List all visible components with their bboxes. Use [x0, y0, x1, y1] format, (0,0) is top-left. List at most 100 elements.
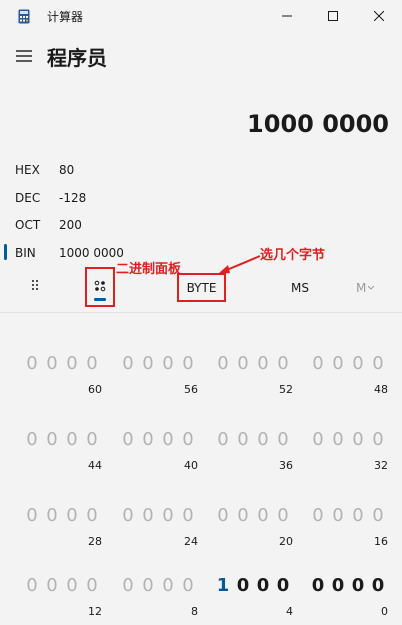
radix-row-oct[interactable]: OCT 200: [0, 212, 402, 238]
bit-toggle[interactable]: 0: [368, 353, 388, 374]
bit-toggle[interactable]: 0: [82, 353, 102, 374]
bit-toggle[interactable]: 0: [308, 505, 328, 526]
bit-group: 0000: [118, 429, 198, 450]
memory-store-button[interactable]: MS: [287, 274, 313, 302]
bit-toggle[interactable]: 0: [273, 575, 293, 596]
bit-toggle[interactable]: 0: [328, 429, 348, 450]
bit-toggle[interactable]: 0: [233, 505, 253, 526]
memory-recall-button[interactable]: M: [356, 274, 380, 302]
bit-toggle[interactable]: 0: [273, 505, 293, 526]
active-radix-indicator: [4, 244, 7, 260]
bit-position-label: 60: [88, 383, 102, 396]
bit-toggle[interactable]: 0: [328, 505, 348, 526]
bit-toggle[interactable]: 0: [253, 575, 273, 596]
bit-toggle[interactable]: 0: [233, 575, 253, 596]
bit-toggle[interactable]: 0: [138, 429, 158, 450]
bit-toggle[interactable]: 0: [178, 429, 198, 450]
close-button[interactable]: [356, 0, 402, 32]
bit-toggle[interactable]: 0: [348, 429, 368, 450]
bit-toggle[interactable]: 0: [213, 429, 233, 450]
bit-toggle[interactable]: 0: [233, 353, 253, 374]
bit-toggle[interactable]: 0: [308, 575, 328, 596]
bit-toggle[interactable]: 0: [62, 505, 82, 526]
bit-toggle[interactable]: 0: [253, 429, 273, 450]
bit-toggle[interactable]: 0: [273, 429, 293, 450]
bit-group: 0000: [308, 429, 388, 450]
bit-position-label: 0: [381, 605, 388, 618]
byte-annotation: 选几个字节: [260, 248, 326, 263]
bit-toggle[interactable]: 0: [82, 575, 102, 596]
radix-label: HEX: [15, 163, 40, 177]
bit-position-label: 28: [88, 535, 102, 548]
bit-toggle[interactable]: 0: [118, 505, 138, 526]
bit-group: 0000: [308, 353, 388, 374]
bit-toggle[interactable]: 0: [273, 353, 293, 374]
bit-toggle[interactable]: 0: [348, 353, 368, 374]
bit-toggle[interactable]: 0: [368, 505, 388, 526]
bit-toggle[interactable]: 0: [42, 505, 62, 526]
bit-row: 0 0 0 0 60 0 0 0 0 56 0 0 0 0 52 0 0 0 0 48: [0, 341, 402, 419]
radix-value: -128: [59, 191, 87, 205]
radix-row-dec[interactable]: DEC -128: [0, 185, 402, 211]
bit-toggle[interactable]: 0: [42, 429, 62, 450]
bit-nibble: 0 0 0 0 44: [22, 417, 102, 495]
bit-toggle[interactable]: 0: [138, 353, 158, 374]
bit-toggle[interactable]: 0: [308, 429, 328, 450]
bit-position-label: 8: [191, 605, 198, 618]
bit-toggle[interactable]: 0: [42, 353, 62, 374]
bitpad-highlight-box: [85, 267, 115, 307]
bit-toggle[interactable]: 0: [158, 505, 178, 526]
bit-nibble: 0 0 0 0 56: [118, 341, 198, 419]
bit-toggle[interactable]: 0: [213, 505, 233, 526]
bit-toggle[interactable]: 0: [22, 429, 42, 450]
full-keypad-icon[interactable]: [28, 278, 44, 294]
navigation-menu-button[interactable]: [12, 44, 36, 68]
bit-toggle[interactable]: 0: [368, 575, 388, 596]
bit-toggle[interactable]: 0: [213, 353, 233, 374]
bit-toggle[interactable]: 0: [118, 575, 138, 596]
bit-toggle[interactable]: 0: [308, 353, 328, 374]
bit-toggle[interactable]: 0: [82, 505, 102, 526]
bit-toggle[interactable]: 0: [328, 353, 348, 374]
bit-toggle[interactable]: 0: [118, 429, 138, 450]
bit-toggle[interactable]: 0: [82, 429, 102, 450]
bit-toggle[interactable]: 0: [62, 575, 82, 596]
minimize-button[interactable]: [264, 0, 310, 32]
bit-toggle[interactable]: 0: [42, 575, 62, 596]
bit-toggle[interactable]: 0: [118, 353, 138, 374]
bit-toggle[interactable]: 0: [253, 353, 273, 374]
bit-nibble: 0 0 0 0 40: [118, 417, 198, 495]
bit-toggle[interactable]: 0: [138, 575, 158, 596]
bit-toggle[interactable]: 0: [62, 429, 82, 450]
bit-position-label: 24: [184, 535, 198, 548]
bit-toggle[interactable]: 0: [62, 353, 82, 374]
radix-label: DEC: [15, 191, 41, 205]
bit-group: 0000: [308, 575, 388, 596]
radix-row-hex[interactable]: HEX 80: [0, 157, 402, 183]
bit-toggle[interactable]: 0: [138, 505, 158, 526]
bit-group: 0000: [22, 575, 102, 596]
bit-group: 0000: [213, 429, 293, 450]
bit-toggle[interactable]: 0: [233, 429, 253, 450]
bit-position-label: 56: [184, 383, 198, 396]
bit-toggle[interactable]: 0: [178, 353, 198, 374]
bit-toggle[interactable]: 0: [22, 575, 42, 596]
bit-toggle[interactable]: 0: [368, 429, 388, 450]
bit-toggle[interactable]: 0: [348, 575, 368, 596]
bit-toggle[interactable]: 0: [178, 575, 198, 596]
maximize-button[interactable]: [310, 0, 356, 32]
bit-toggle[interactable]: 0: [253, 505, 273, 526]
bit-toggle[interactable]: 0: [348, 505, 368, 526]
bit-toggle[interactable]: 0: [158, 575, 178, 596]
bit-toggle[interactable]: 0: [158, 353, 178, 374]
bit-toggle[interactable]: 0: [178, 505, 198, 526]
bit-toggle[interactable]: 0: [328, 575, 348, 596]
bit-toggle[interactable]: 0: [22, 353, 42, 374]
radix-row-bin[interactable]: BIN 1000 0000: [0, 240, 402, 266]
bitpad-annotation: 二进制面板: [116, 262, 182, 277]
bit-toggle[interactable]: 1: [213, 575, 233, 596]
maximize-icon: [328, 11, 338, 21]
bit-toggle[interactable]: 0: [22, 505, 42, 526]
minimize-icon: [282, 15, 292, 17]
bit-toggle[interactable]: 0: [158, 429, 178, 450]
